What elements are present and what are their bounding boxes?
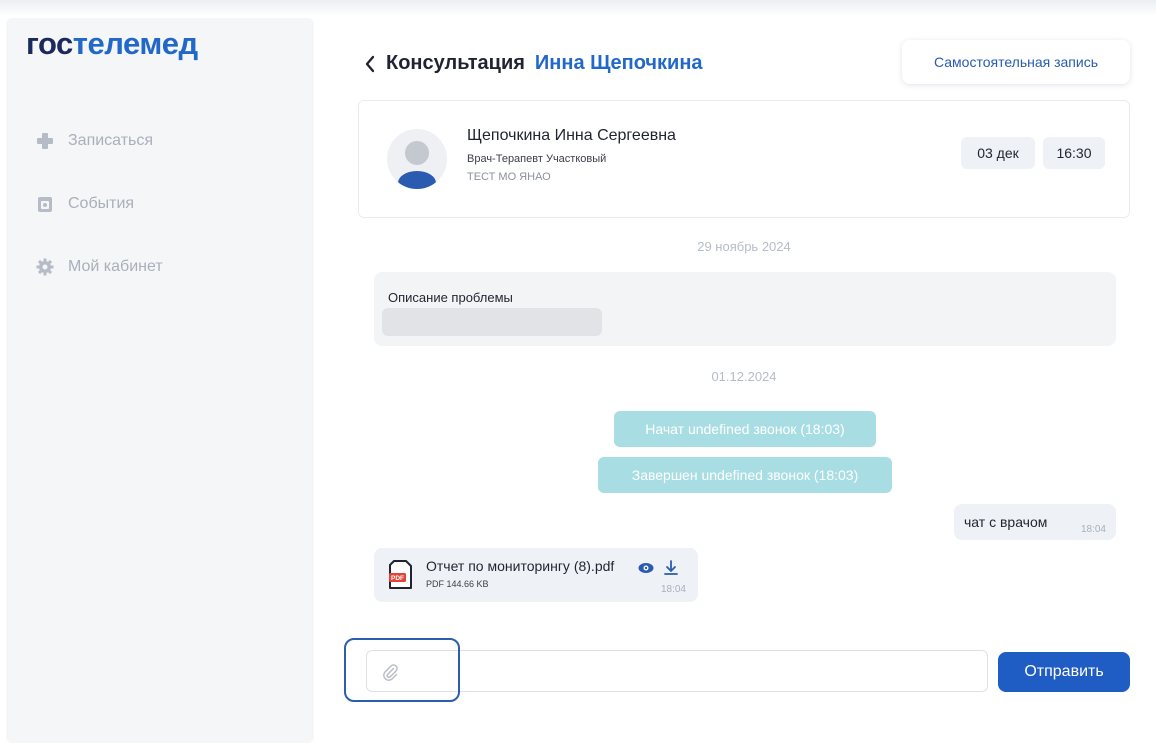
- paperclip-icon[interactable]: [381, 663, 399, 686]
- sidebar: [6, 18, 314, 743]
- send-button[interactable]: Отправить: [998, 652, 1130, 692]
- back-chevron-icon[interactable]: [364, 55, 376, 73]
- eye-icon[interactable]: [638, 562, 654, 574]
- appointment-date: 03 дек: [961, 137, 1035, 169]
- problem-label: Описание проблемы: [388, 290, 513, 305]
- logo-part-1: гос: [26, 26, 73, 61]
- self-record-button[interactable]: Самостоятельная запись: [902, 40, 1130, 84]
- gear-icon: [36, 258, 54, 276]
- sidebar-item-label: Мой кабинет: [68, 258, 163, 275]
- sidebar-item-signup[interactable]: Записаться: [36, 132, 153, 150]
- svg-text:PDF: PDF: [391, 575, 404, 582]
- file-time: 18:04: [660, 584, 686, 595]
- problem-description: Описание проблемы: [374, 272, 1116, 346]
- message-text: чат с врачом: [964, 514, 1048, 530]
- file-message: PDF Отчет по мониторингу (8).pdf PDF 144…: [374, 548, 698, 602]
- avatar: [387, 129, 447, 189]
- doctor-role: Врач-Терапевт Участковый: [467, 153, 607, 165]
- plus-icon: [37, 133, 53, 149]
- problem-text-placeholder: [382, 308, 602, 336]
- appointment-time: 16:30: [1043, 137, 1105, 169]
- file-size: PDF 144.66 KB: [426, 579, 489, 589]
- user-silhouette-icon: [398, 141, 436, 189]
- system-message-call-start: Начат undefined звонок (18:03): [614, 411, 876, 447]
- message-composer: [366, 650, 988, 692]
- outgoing-message: чат с врачом 18:04: [954, 504, 1116, 540]
- sidebar-item-events[interactable]: События: [36, 195, 134, 213]
- page-title: Консультация Инна Щепочкина: [364, 52, 703, 75]
- calendar-icon: [38, 197, 52, 212]
- file-name: Отчет по мониторингу (8).pdf: [426, 558, 615, 574]
- pdf-file-icon: PDF: [389, 560, 412, 589]
- chat-date-separator: 01.12.2024: [711, 369, 777, 384]
- title-doctor-name: Инна Щепочкина: [534, 52, 703, 74]
- doctor-org: ТЕСТ МО ЯНАО: [467, 171, 551, 183]
- system-message-call-end: Завершен undefined звонок (18:03): [598, 457, 892, 493]
- app-root: гостелемед Записаться События Мой кабине…: [0, 0, 1156, 749]
- sidebar-item-cabinet[interactable]: Мой кабинет: [36, 258, 163, 276]
- logo-part-2: телемед: [72, 26, 198, 61]
- sidebar-item-label: Записаться: [68, 132, 154, 149]
- sidebar-item-label: События: [68, 195, 135, 212]
- top-shadow: [0, 0, 1156, 16]
- doctor-name: Щепочкина Инна Сергеевна: [467, 127, 676, 144]
- doctor-card: Щепочкина Инна Сергеевна Врач-Терапевт У…: [358, 100, 1130, 218]
- message-input[interactable]: [413, 657, 973, 687]
- logo[interactable]: гостелемед: [26, 26, 198, 62]
- title-prefix: Консультация: [386, 52, 525, 74]
- chat-date-separator: 29 ноябрь 2024: [697, 239, 791, 254]
- download-icon[interactable]: [664, 560, 678, 576]
- message-time: 18:04: [1080, 524, 1106, 535]
